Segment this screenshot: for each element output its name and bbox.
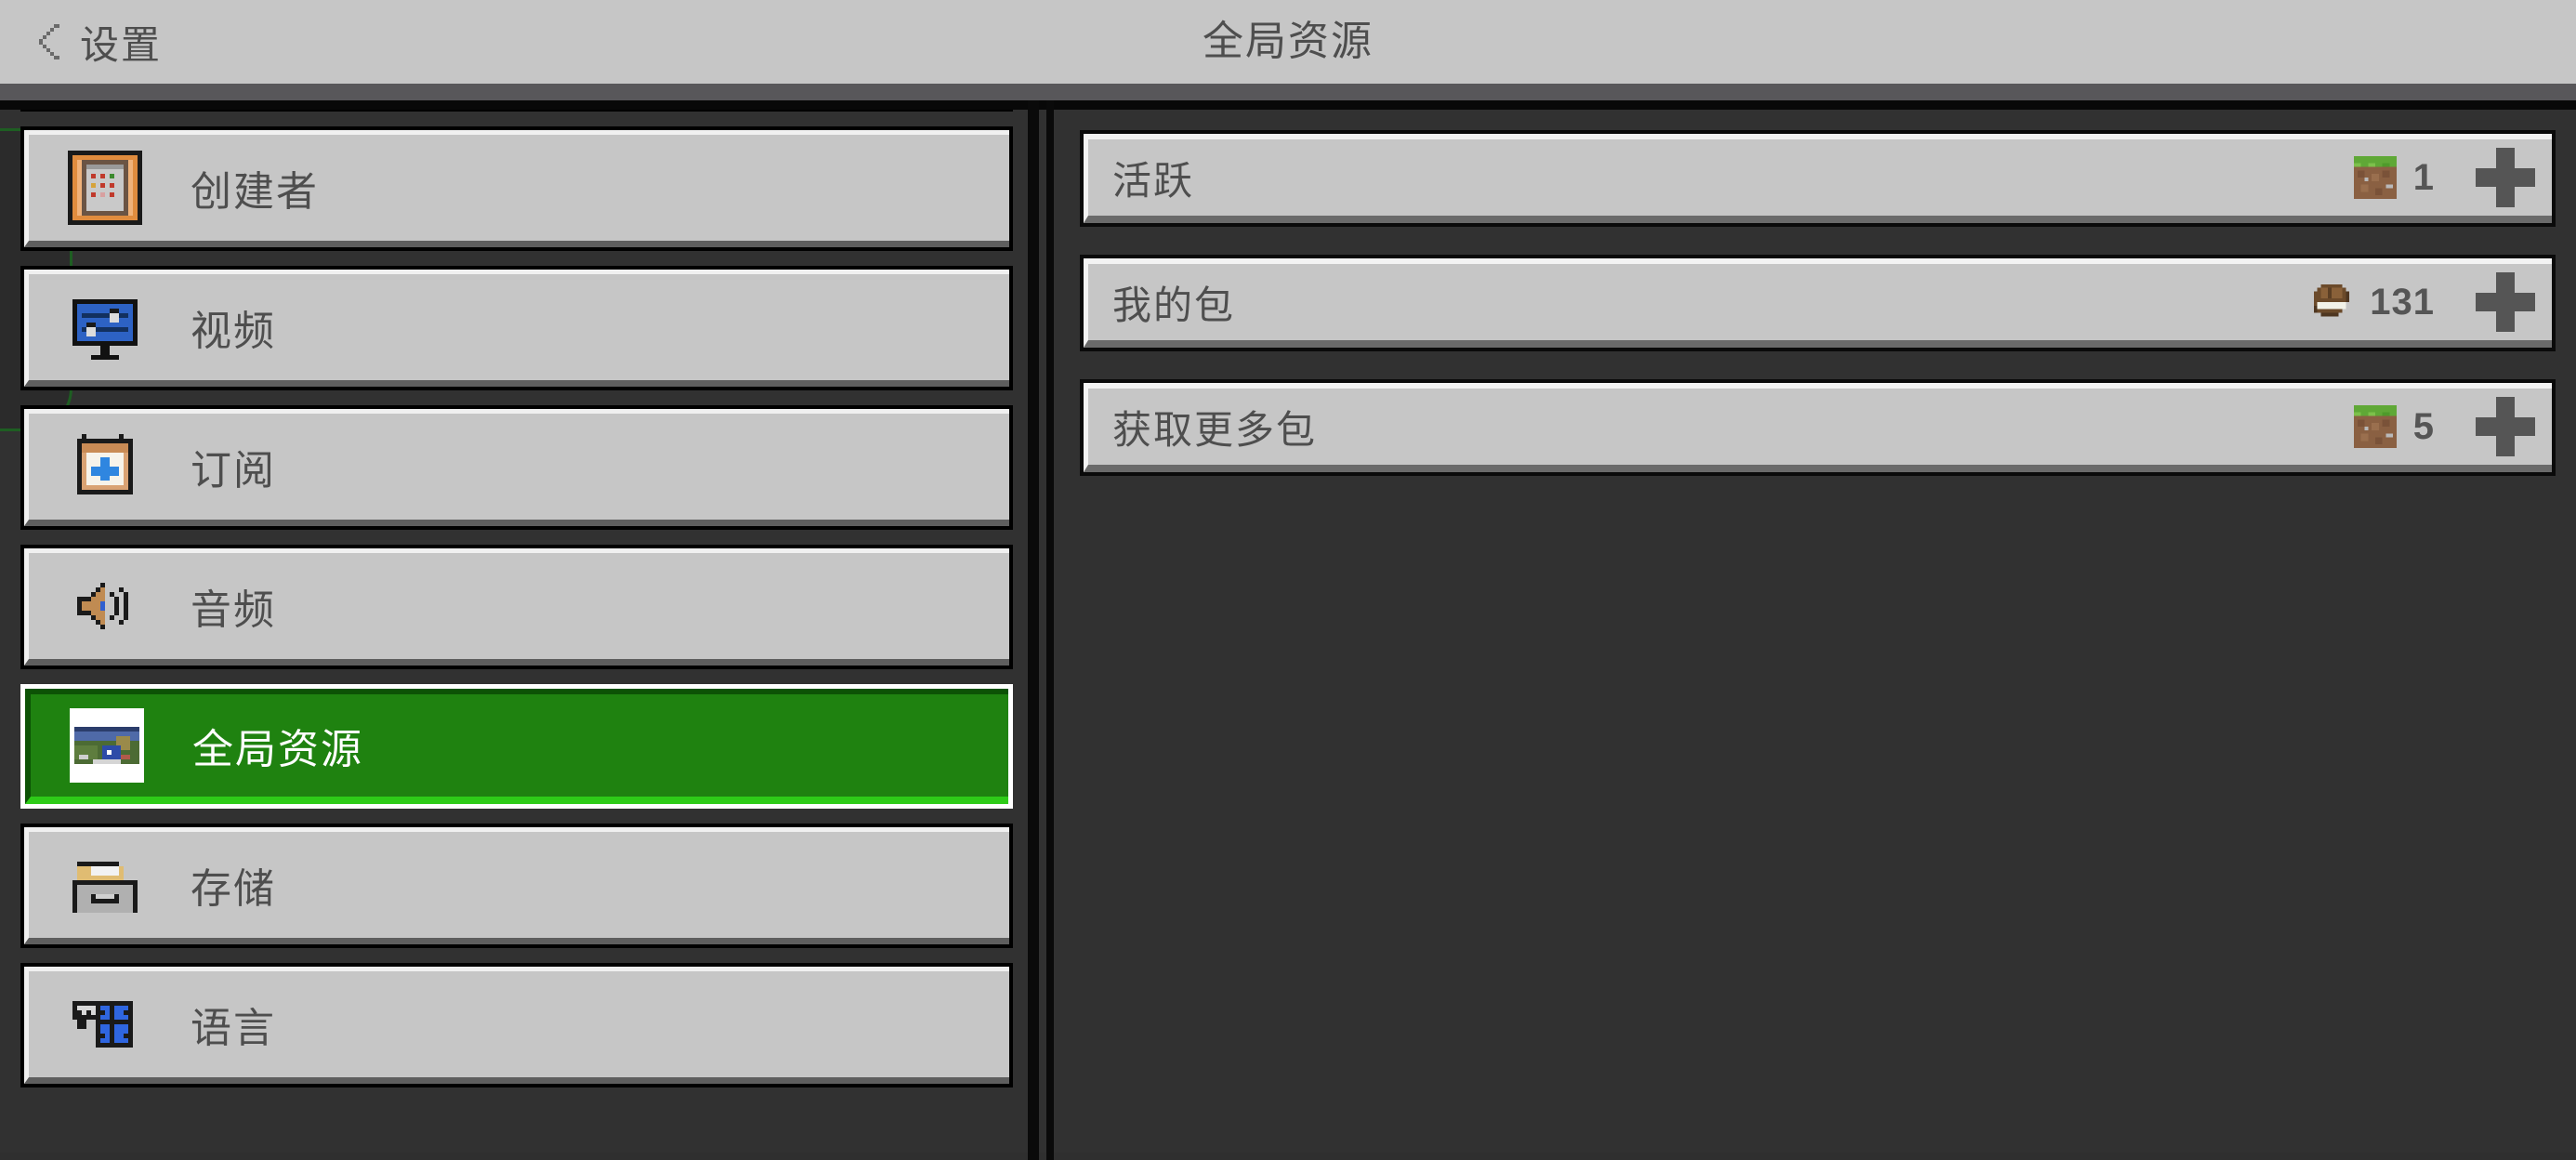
global-resources-panel: 活跃 1 我的包 131 获取更多包 5	[1059, 110, 2576, 1153]
sidebar-item-label: 语言	[191, 1006, 276, 1051]
sidebar-item-label: 音频	[191, 587, 276, 633]
pack-row-my-packs[interactable]: 我的包 131	[1080, 255, 2556, 351]
pack-row-count: 1	[2412, 156, 2435, 198]
header-bar: 全局资源 设置	[0, 0, 2576, 84]
sidebar-item-language[interactable]: 语言	[20, 963, 1013, 1088]
header-divider-gray	[0, 84, 2576, 100]
sidebar-item-label: 订阅	[191, 448, 276, 494]
header-divider-black	[0, 100, 2576, 110]
add-pack-button[interactable]	[2476, 397, 2535, 456]
pack-row-label: 活跃	[1112, 158, 1195, 203]
sidebar-item-subscriptions[interactable]: 订阅	[20, 405, 1013, 530]
sidebar-item-video[interactable]: 视频	[20, 266, 1013, 390]
sidebar-item-label: 存储	[191, 866, 276, 912]
sidebar-item-global-resources[interactable]: 全局资源	[20, 684, 1013, 809]
settings-sidebar: 创建者 视频 订阅 音频 全局资源 存储 语言	[0, 110, 1020, 1153]
pack-row-meta: 1	[2353, 148, 2552, 207]
pack-row-get-more-packs[interactable]: 获取更多包 5	[1080, 379, 2556, 476]
content-area: 创建者 视频 订阅 音频 全局资源 存储 语言 活跃 1 我的包 131 获取更…	[0, 100, 2576, 1160]
sidebar-scroll-container[interactable]: 创建者 视频 订阅 音频 全局资源 存储 语言	[20, 110, 1013, 1102]
pack-row-active[interactable]: 活跃 1	[1080, 130, 2556, 227]
creator-clipboard-icon	[68, 151, 142, 225]
chevron-left-icon	[39, 24, 59, 59]
pack-row-label: 获取更多包	[1112, 407, 1318, 452]
page-title: 全局资源	[1203, 19, 1373, 64]
pack-row-count: 5	[2412, 405, 2435, 447]
pack-row-count: 131	[2370, 281, 2435, 323]
book-pack-icon	[2310, 281, 2353, 323]
settings-screen: 全局资源 设置 创建者 视频 订阅 音频 全局资源 存储 语言 活跃 1 我的包…	[0, 0, 2576, 1160]
sidebar-item-audio[interactable]: 音频	[20, 545, 1013, 669]
global-resources-world-thumbnail-icon	[70, 708, 144, 783]
grass-block-icon	[2353, 156, 2397, 199]
pane-divider-right	[1046, 100, 1054, 1160]
back-button[interactable]: 设置	[26, 6, 175, 78]
pane-divider-left	[1028, 100, 1039, 1160]
add-pack-button[interactable]	[2476, 148, 2535, 207]
audio-speaker-icon	[68, 569, 142, 643]
sidebar-item-label: 创建者	[191, 169, 319, 215]
pack-row-meta: 5	[2353, 397, 2552, 456]
pack-row-meta: 131	[2310, 272, 2552, 332]
language-globe-speech-icon	[68, 987, 142, 1061]
pack-row-label: 我的包	[1112, 283, 1236, 327]
storage-file-cabinet-icon	[68, 848, 142, 922]
grass-block-icon	[2353, 405, 2397, 448]
sidebar-item-partial-above[interactable]	[20, 110, 1013, 112]
sidebar-item-label: 全局资源	[192, 727, 363, 772]
back-label: 设置	[80, 22, 163, 67]
add-pack-button[interactable]	[2476, 272, 2535, 332]
video-monitor-icon	[68, 290, 142, 364]
sidebar-item-storage[interactable]: 存储	[20, 824, 1013, 948]
sidebar-item-creator[interactable]: 创建者	[20, 126, 1013, 251]
subscription-calendar-plus-icon	[68, 429, 142, 504]
sidebar-item-label: 视频	[191, 309, 276, 354]
